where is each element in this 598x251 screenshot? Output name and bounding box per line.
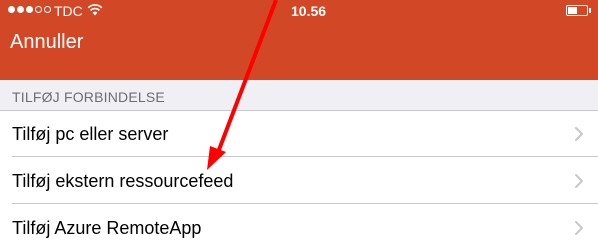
add-remote-resource-feed-item[interactable]: Tilføj ekstern ressourcefeed [0, 157, 598, 204]
chevron-right-icon [575, 221, 583, 235]
battery-tip [589, 8, 591, 13]
chevron-right-icon [575, 174, 583, 188]
screen: TDC 10.56 Annuller TILFØJ FORBINDELSE Ti… [0, 0, 598, 251]
add-pc-or-server-item[interactable]: Tilføj pc eller server [0, 110, 598, 157]
battery-icon [566, 5, 588, 16]
cancel-button[interactable]: Annuller [10, 28, 83, 56]
wifi-icon [87, 4, 103, 16]
list-item-label: Tilføj pc eller server [12, 124, 169, 144]
list-item-label: Tilføj Azure RemoteApp [12, 218, 202, 238]
carrier-name: TDC [54, 3, 83, 19]
top-bar: TDC 10.56 Annuller [0, 0, 598, 80]
signal-dots-icon [8, 6, 51, 13]
status-time: 10.56 [291, 3, 327, 19]
add-azure-remoteapp-item[interactable]: Tilføj Azure RemoteApp [0, 204, 598, 251]
chevron-right-icon [575, 127, 583, 141]
connection-options-list: Tilføj pc eller server Tilføj ekstern re… [0, 110, 598, 251]
list-item-label: Tilføj ekstern ressourcefeed [12, 171, 234, 191]
status-bar: TDC 10.56 [0, 0, 598, 22]
section-header: TILFØJ FORBINDELSE [12, 89, 165, 105]
